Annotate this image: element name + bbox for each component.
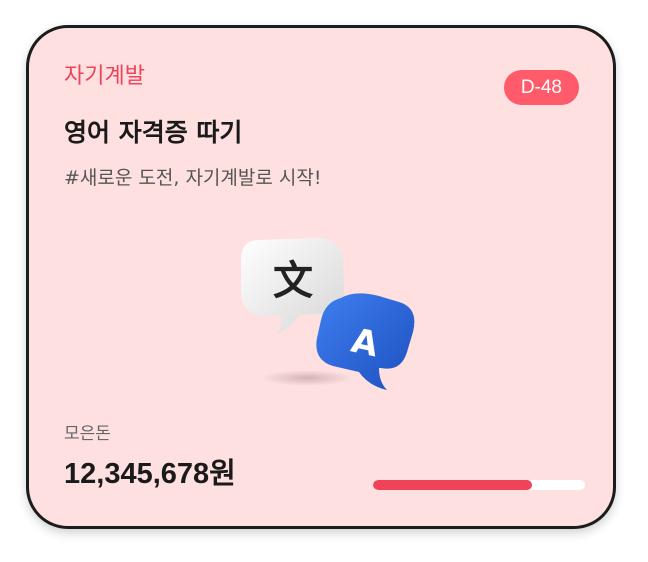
category-label: 자기계발	[64, 64, 145, 89]
goal-title: 영어 자격증 따기	[64, 118, 243, 147]
progress-fill	[373, 480, 532, 490]
svg-text:文: 文	[273, 258, 313, 304]
savings-goal-card[interactable]: 자기계발 D-48 영어 자격증 따기 #새로운 도전, 자기계발로 시작! 文…	[26, 25, 616, 529]
saved-amount: 12,345,678원	[64, 458, 236, 490]
progress-bar	[373, 480, 585, 490]
saved-money-label: 모은돈	[64, 424, 111, 444]
goal-subtitle: #새로운 도전, 자기계발로 시작!	[64, 167, 322, 189]
translate-icon: 文 A	[229, 228, 429, 398]
dday-badge: D-48	[503, 70, 579, 105]
